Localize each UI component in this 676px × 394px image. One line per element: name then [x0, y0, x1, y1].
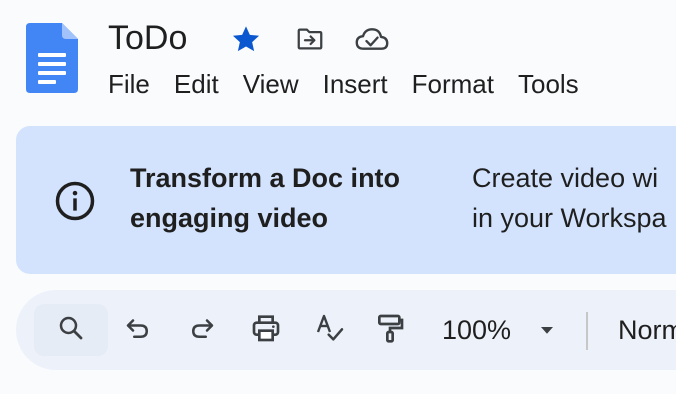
undo-button[interactable]	[116, 308, 160, 352]
banner-desc-line2: in your Workspa	[472, 203, 667, 233]
menu-file[interactable]: File	[96, 65, 162, 103]
cloud-saved-icon[interactable]	[354, 22, 390, 56]
undo-icon	[123, 313, 153, 348]
banner-title-line1: Transform a Doc into	[130, 163, 401, 193]
star-icon[interactable]	[228, 22, 264, 56]
zoom-value: 100%	[442, 314, 512, 345]
menu-insert[interactable]: Insert	[311, 65, 400, 103]
menu-edit[interactable]: Edit	[162, 65, 231, 103]
spellcheck-button[interactable]	[308, 308, 352, 352]
banner-description: Create video wi in your Workspa	[472, 158, 676, 238]
paint-format-icon	[374, 312, 406, 349]
print-button[interactable]	[244, 308, 288, 352]
search-menus-button[interactable]	[34, 304, 108, 356]
paint-format-button[interactable]	[368, 308, 412, 352]
title-row: ToDo	[106, 16, 189, 60]
search-icon	[56, 313, 86, 348]
print-icon	[250, 312, 282, 349]
move-to-folder-icon[interactable]	[292, 22, 328, 56]
promo-banner: Transform a Doc into engaging video Crea…	[16, 126, 676, 274]
toolbar: 100% Norm	[16, 290, 676, 370]
zoom-select[interactable]: 100%	[432, 310, 572, 350]
redo-icon	[187, 313, 217, 348]
paragraph-style-select[interactable]: Norm	[618, 310, 676, 350]
banner-title: Transform a Doc into engaging video	[130, 158, 450, 238]
menu-format[interactable]: Format	[400, 65, 506, 103]
google-docs-window: ToDo File Edit View Insert Format Tools	[0, 0, 676, 394]
banner-desc-line1: Create video wi	[472, 163, 659, 193]
docs-logo-icon[interactable]	[26, 23, 78, 93]
banner-title-line2: engaging video	[130, 203, 329, 233]
redo-button[interactable]	[180, 308, 224, 352]
toolbar-divider	[586, 312, 588, 350]
menu-tools[interactable]: Tools	[506, 65, 591, 103]
menu-bar: File Edit View Insert Format Tools	[96, 64, 591, 104]
info-icon	[54, 180, 96, 222]
chevron-down-icon	[536, 319, 558, 341]
document-title[interactable]: ToDo	[106, 16, 189, 60]
spellcheck-icon	[314, 312, 346, 349]
menu-view[interactable]: View	[231, 65, 311, 103]
